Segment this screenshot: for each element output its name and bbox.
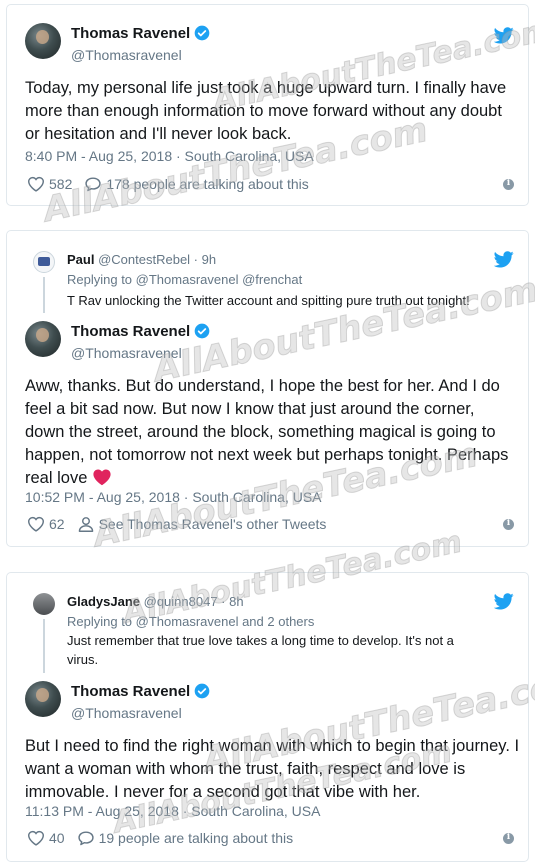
replying-to-handles[interactable]: @Thomasravenel @frenchat [136,272,303,287]
people-talking-link[interactable]: 19 people are talking about this [99,830,294,846]
person-icon[interactable] [77,516,95,532]
author-name[interactable]: Thomas Ravenel [71,683,210,700]
author-name[interactable]: Thomas Ravenel [71,25,210,42]
info-icon[interactable] [503,178,514,190]
reply-thread-line [43,277,45,313]
tweet-card-2: Paul @ContestRebel · 9h Replying to @Tho… [6,230,529,547]
replying-to-label: Replying to [67,614,133,629]
reply-author-handle[interactable]: @quinn8047 · 8h [144,594,244,609]
reply-thread-line [43,619,45,673]
tweet-timestamp-location[interactable]: 8:40 PM - Aug 25, 2018 · South Carolina,… [25,148,314,164]
author-name-text[interactable]: Thomas Ravenel [71,683,190,700]
tweet-actions: 40 19 people are talking about this [27,830,293,846]
tweet-text: But I need to find the right woman with … [25,737,520,801]
author-handle[interactable]: @Thomasravenel [71,47,182,63]
author-handle[interactable]: @Thomasravenel [71,705,182,721]
tweet-actions: 62 See Thomas Ravenel's other Tweets [27,516,326,532]
twitter-bird-icon[interactable] [494,27,514,44]
reply-text: Just remember that true love takes a lon… [67,633,454,667]
like-count[interactable]: 40 [49,830,65,846]
tweet-timestamp-location[interactable]: 11:13 PM - Aug 25, 2018 · South Carolina… [25,803,320,819]
author-name[interactable]: Thomas Ravenel [71,323,210,340]
comment-icon[interactable] [77,830,95,846]
author-name-text[interactable]: Thomas Ravenel [71,323,190,340]
reply-text: T Rav unlocking the Twitter account and … [67,293,470,308]
tweet-card-3: GladysJane @quinn8047 · 8h Replying to @… [6,572,529,862]
tweet-text: Aww, thanks. But do understand, I hope t… [25,375,517,490]
heart-icon[interactable] [27,176,45,192]
twitter-bird-icon[interactable] [494,593,514,610]
avatar[interactable] [25,23,61,59]
reply-author-name[interactable]: Paul [67,252,94,267]
author-name-text[interactable]: Thomas Ravenel [71,25,190,42]
people-talking-link[interactable]: 178 people are talking about this [106,176,308,192]
twitter-bird-icon[interactable] [494,251,514,268]
reply-author[interactable]: GladysJane @quinn8047 · 8h [67,594,244,609]
heart-icon[interactable] [27,830,45,846]
verified-badge-icon [194,25,210,41]
verified-badge-icon [194,323,210,339]
reply-avatar[interactable] [33,251,55,273]
tweet-actions: 582 178 people are talking about this [27,176,309,192]
tweet-timestamp-location[interactable]: 10:52 PM - Aug 25, 2018 · South Carolina… [25,489,322,505]
other-tweets-link[interactable]: See Thomas Ravenel's other Tweets [99,516,327,532]
reply-author[interactable]: Paul @ContestRebel · 9h [67,252,216,267]
avatar[interactable] [25,681,61,717]
like-count[interactable]: 62 [49,516,65,532]
red-heart-emoji-icon [92,468,112,486]
info-icon[interactable] [503,518,514,530]
comment-icon[interactable] [84,176,102,192]
author-handle[interactable]: @Thomasravenel [71,345,182,361]
replying-to-label: Replying to [67,272,133,287]
reply-avatar[interactable] [33,593,55,615]
tweet-card-1: Thomas Ravenel @Thomasravenel Today, my … [6,4,529,206]
replying-to: Replying to @Thomasravenel and 2 others [67,614,314,629]
tweet-text: Today, my personal life just took a huge… [25,79,507,143]
reply-author-handle[interactable]: @ContestRebel · 9h [98,252,216,267]
avatar[interactable] [25,321,61,357]
verified-badge-icon [194,683,210,699]
replying-to: Replying to @Thomasravenel @frenchat [67,272,302,287]
replying-to-handles[interactable]: @Thomasravenel and 2 others [136,614,315,629]
reply-author-name[interactable]: GladysJane [67,594,140,609]
info-icon[interactable] [503,832,514,844]
heart-icon[interactable] [27,516,45,532]
like-count[interactable]: 582 [49,176,72,192]
